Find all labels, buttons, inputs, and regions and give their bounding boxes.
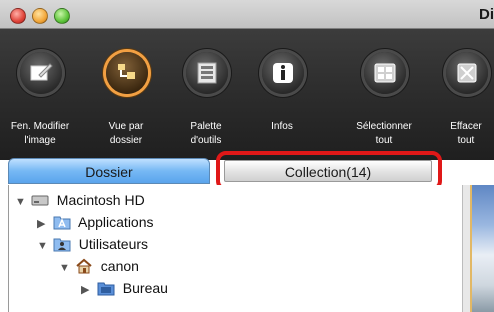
tab-dossier[interactable]: Dossier [8,158,210,184]
zoom-button[interactable] [54,8,70,24]
tool-palette-label: Palette d'outils [190,121,222,146]
window-title: Di [479,6,494,23]
tool-palette-icon [186,52,228,94]
tree-item-macintosh-hd[interactable]: ▼ Macintosh HD [15,189,145,211]
users-folder-icon [53,238,71,252]
disclosure-collapsed-icon[interactable]: ▶ [81,279,93,301]
disclosure-collapsed-icon[interactable]: ▶ [37,213,49,235]
toolbar: Fen. Modifier l'image Vue par dossier Pa… [0,46,494,152]
window-chrome: Di Fen. Modifier l'image Vue par dossier… [0,0,494,160]
tree-item-label: Bureau [122,280,168,296]
home-icon [76,258,92,274]
close-button[interactable] [10,8,26,24]
disclosure-expanded-icon[interactable]: ▼ [15,191,27,213]
desktop-folder-icon [97,282,115,296]
tree-item-canon[interactable]: ▼ canon [59,255,139,277]
tree-item-label: Macintosh HD [56,192,145,208]
tool-edit-image-label: Fen. Modifier l'image [10,121,70,146]
tree-item-utilisateurs[interactable]: ▼ Utilisateurs [37,233,148,255]
minimize-button[interactable] [32,8,48,24]
tree-item-label: Applications [78,214,154,230]
tool-select-all-label: Sélectionner tout [356,121,412,146]
hard-drive-icon [31,195,49,206]
applications-folder-icon [53,216,71,230]
tree-scrollbar[interactable] [462,185,470,312]
disclosure-expanded-icon[interactable]: ▼ [59,257,71,279]
tree-item-applications[interactable]: ▶ Applications [37,211,154,233]
select-all-icon [364,52,406,94]
tree-item-label: Utilisateurs [78,236,149,252]
tool-clear-all-label: Effacer tout [450,121,482,146]
edit-image-icon [20,52,62,94]
folder-view-icon [106,52,148,94]
disclosure-expanded-icon[interactable]: ▼ [37,235,49,257]
folder-tree: ▼ Macintosh HD ▶ Applications ▼ Utilisat… [8,185,462,312]
info-icon [262,52,304,94]
tree-item-bureau[interactable]: ▶ Bureau [81,277,168,299]
image-preview-thumbnail[interactable] [470,185,494,312]
clear-all-icon [446,52,488,94]
tree-item-label: canon [100,258,139,274]
tool-info-label: Infos [271,121,293,132]
title-bar: Di [0,0,494,28]
tool-folder-view-label: Vue par dossier [108,121,144,146]
